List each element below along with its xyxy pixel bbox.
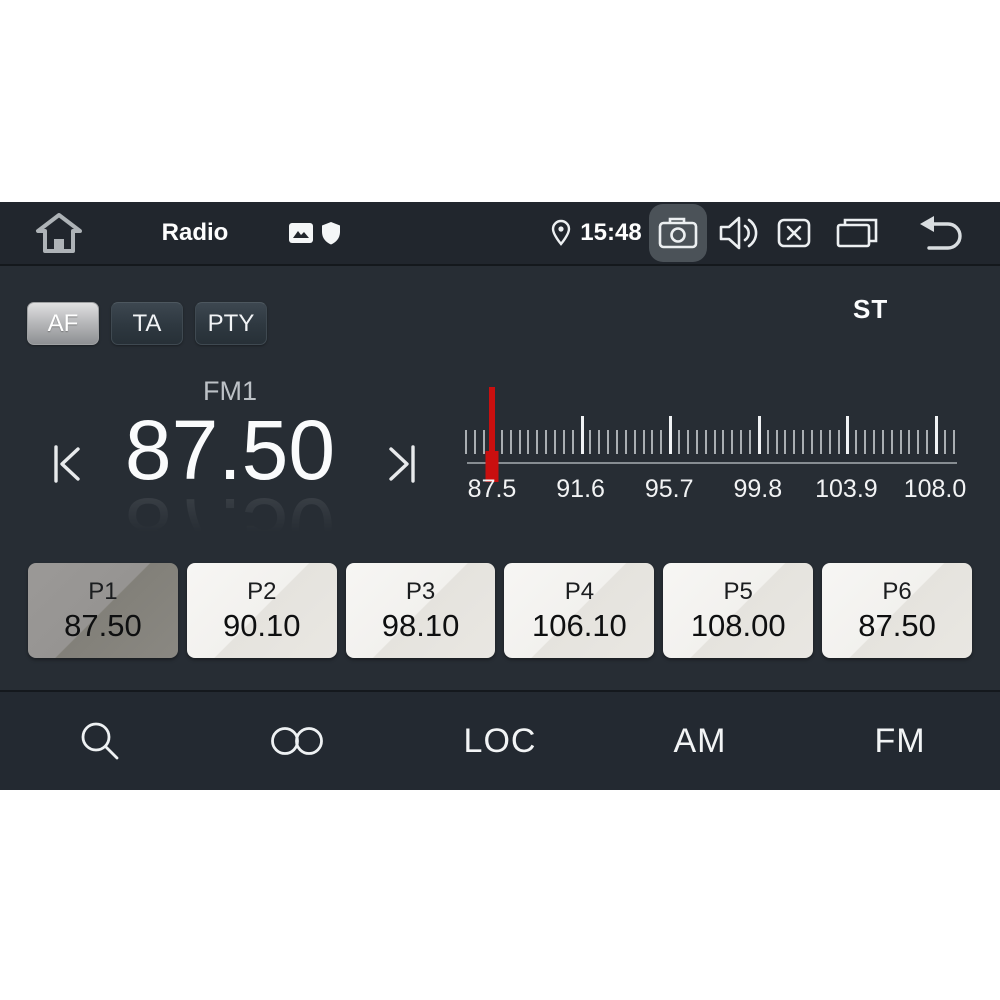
recent-apps-icon: [835, 217, 879, 249]
back-button[interactable]: [915, 202, 969, 264]
preset-p6-button[interactable]: P6 87.50: [822, 563, 972, 658]
seek-next-button[interactable]: [377, 440, 421, 488]
close-window-button[interactable]: [776, 202, 812, 264]
frequency-readout: 87.50 87.50: [125, 408, 335, 570]
shield-icon: [318, 202, 344, 264]
image-icon: [287, 202, 315, 264]
preset-frequency: 90.10: [223, 608, 301, 644]
seek-previous-button[interactable]: [48, 440, 92, 488]
clock: 15:48: [576, 202, 646, 264]
scale-label: 108.0: [904, 475, 967, 504]
home-icon: [34, 211, 84, 255]
frequency-value: 87.50: [125, 408, 335, 492]
preset-label: P1: [88, 578, 117, 606]
status-bar: Radio 15:48: [0, 202, 1000, 266]
ta-toggle[interactable]: TA: [111, 302, 183, 345]
preset-label: P6: [882, 578, 911, 606]
recent-apps-button[interactable]: [834, 202, 880, 264]
preset-p5-button[interactable]: P5 108.00: [663, 563, 813, 658]
preset-p3-button[interactable]: P3 98.10: [346, 563, 496, 658]
close-window-icon: [777, 218, 811, 248]
preset-label: P3: [406, 578, 435, 606]
scale-baseline: [467, 462, 957, 464]
bottom-bar: LOC AM FM: [0, 690, 1000, 790]
loc-button[interactable]: LOC: [400, 692, 600, 790]
preset-frequency: 106.10: [532, 608, 627, 644]
volume-button[interactable]: [716, 202, 760, 264]
preset-p1-button[interactable]: P1 87.50: [28, 563, 178, 658]
frequency-reflection: 87.50: [125, 486, 335, 570]
af-toggle[interactable]: AF: [27, 302, 99, 345]
search-icon: [76, 717, 124, 765]
camera-button[interactable]: [649, 204, 707, 262]
app-title: Radio: [150, 202, 240, 264]
stereo-indicator: ST: [853, 294, 888, 325]
scan-search-button[interactable]: [0, 692, 200, 790]
preset-p2-button[interactable]: P2 90.10: [187, 563, 337, 658]
preset-label: P4: [565, 578, 594, 606]
scale-label: 91.6: [556, 475, 605, 504]
preset-frequency: 87.50: [64, 608, 142, 644]
seek-next-icon: [379, 442, 419, 486]
preset-frequency: 98.10: [382, 608, 460, 644]
scale-label: 103.9: [815, 475, 878, 504]
seek-previous-icon: [50, 442, 90, 486]
preset-row: P1 87.50 P2 90.10 P3 98.10 P4 106.10 P5 …: [28, 563, 972, 658]
rds-toggle-row: AF TA PTY: [27, 302, 267, 345]
preset-frequency: 108.00: [691, 608, 786, 644]
preset-p4-button[interactable]: P4 106.10: [504, 563, 654, 658]
fm-button[interactable]: FM: [800, 692, 1000, 790]
am-button[interactable]: AM: [600, 692, 800, 790]
location-icon: [548, 202, 574, 264]
volume-icon: [717, 213, 759, 253]
band-scan-icon: [269, 726, 331, 756]
radio-app-screen: Radio 15:48: [0, 202, 1000, 790]
preset-frequency: 87.50: [858, 608, 936, 644]
back-icon: [917, 214, 967, 252]
scale-label: 87.5: [468, 475, 517, 504]
home-button[interactable]: [30, 202, 88, 264]
preset-label: P5: [724, 578, 753, 606]
band-scan-button[interactable]: [200, 692, 400, 790]
scale-label: 95.7: [645, 475, 694, 504]
camera-icon: [657, 216, 699, 250]
frequency-scale[interactable]: 87.5 91.6 95.7 99.8 103.9 108.0: [465, 385, 970, 517]
preset-label: P2: [247, 578, 276, 606]
pty-toggle[interactable]: PTY: [195, 302, 267, 345]
scale-label: 99.8: [733, 475, 782, 504]
